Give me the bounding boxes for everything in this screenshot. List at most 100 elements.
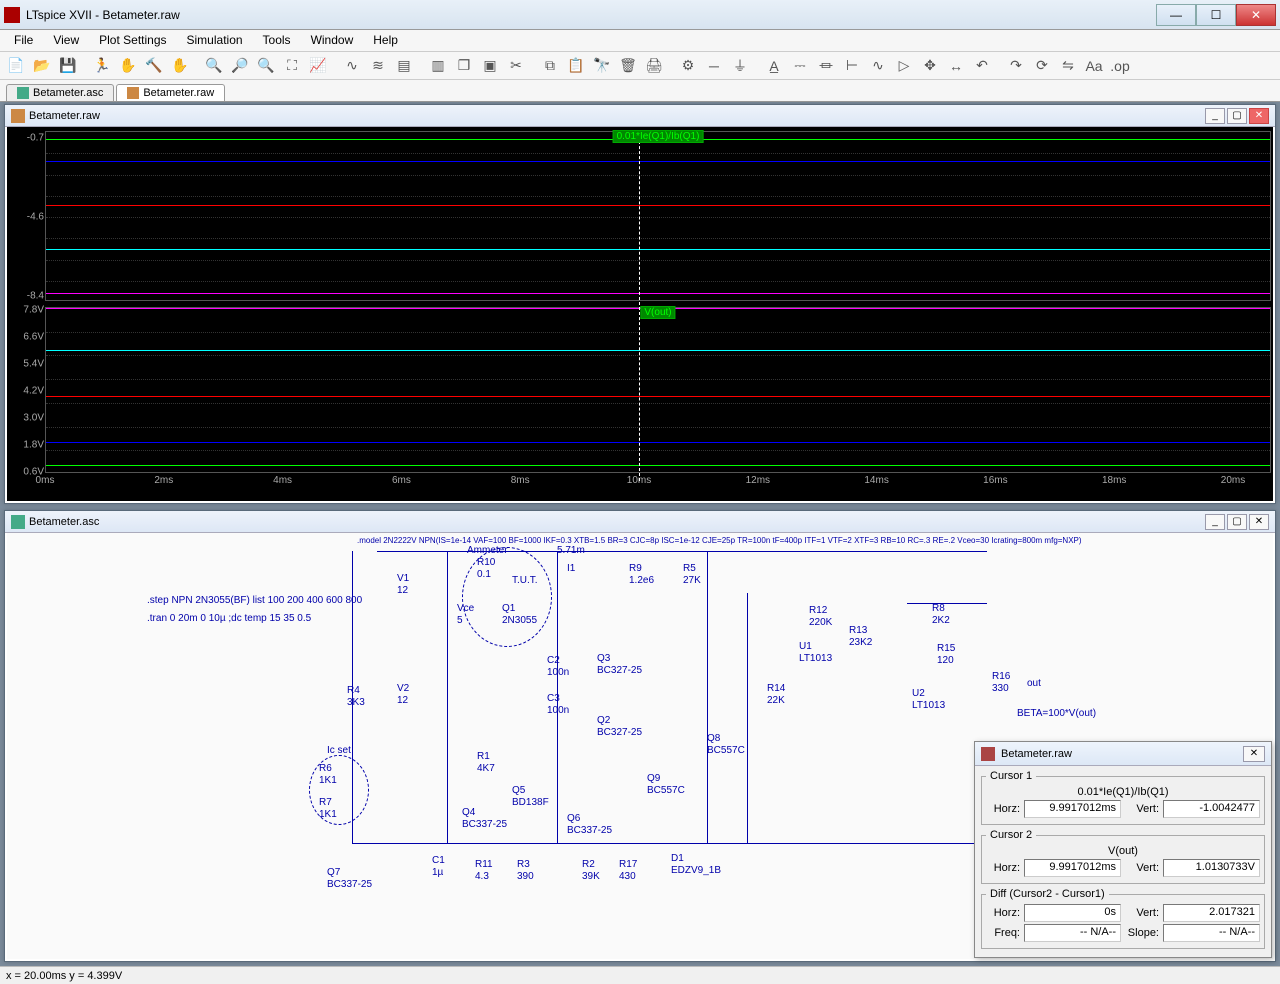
tile-v-icon[interactable]: ▥ xyxy=(426,55,450,77)
diode-icon[interactable]: ▷ xyxy=(892,55,916,77)
cursor-dialog-titlebar[interactable]: Betameter.raw ✕ xyxy=(975,742,1271,766)
component-D1[interactable]: D1EDZV9_1B xyxy=(671,853,721,877)
trace-line[interactable] xyxy=(46,205,1270,206)
component-R15[interactable]: R15120 xyxy=(937,643,955,667)
component-C3[interactable]: C3100n xyxy=(547,693,569,717)
menu-tools[interactable]: Tools xyxy=(253,30,301,51)
waveform-window-titlebar[interactable]: Betameter.raw _ ▢ ✕ xyxy=(5,105,1275,127)
trace-line[interactable] xyxy=(46,350,1270,351)
component-V2[interactable]: V212 xyxy=(397,683,409,707)
component-R8[interactable]: R82K2 xyxy=(932,603,950,627)
cursor2-horz[interactable]: 9.9917012ms xyxy=(1024,859,1121,877)
schem-close-button[interactable]: ✕ xyxy=(1249,514,1269,530)
copy-icon[interactable]: ⧉ xyxy=(538,55,562,77)
zoom-in-icon[interactable]: 🔎 xyxy=(228,55,252,77)
zoom-out-icon[interactable]: 🔍 xyxy=(254,55,278,77)
print-icon[interactable]: 🖨 xyxy=(642,55,666,77)
schematic-window-titlebar[interactable]: Betameter.asc _ ▢ ✕ xyxy=(5,511,1275,533)
cap-icon[interactable]: ⊢ xyxy=(840,55,864,77)
component-R5[interactable]: R527K xyxy=(683,563,701,587)
res-icon[interactable]: ⏛ xyxy=(814,55,838,77)
minimize-button[interactable]: — xyxy=(1156,4,1196,26)
zoom-fit-icon[interactable]: ⛶ xyxy=(280,55,304,77)
component-V1[interactable]: V112 xyxy=(397,573,409,597)
component-Q7[interactable]: Q7BC337-25 xyxy=(327,867,372,891)
pan-icon[interactable]: ✋ xyxy=(168,55,192,77)
open-icon[interactable]: 📂 xyxy=(30,55,54,77)
find-icon[interactable]: 🔭 xyxy=(590,55,614,77)
autorange-icon[interactable]: 📈 xyxy=(306,55,330,77)
cursor1-horz[interactable]: 9.9917012ms xyxy=(1024,800,1121,818)
component-R11[interactable]: R114.3 xyxy=(475,859,493,883)
trace-line[interactable] xyxy=(46,442,1270,443)
component-U1[interactable]: U1LT1013 xyxy=(799,641,832,665)
cursor-dialog-close[interactable]: ✕ xyxy=(1243,746,1265,762)
menu-window[interactable]: Window xyxy=(301,30,364,51)
component-R14[interactable]: R1422K xyxy=(767,683,785,707)
net-icon[interactable]: ⎓ xyxy=(788,55,812,77)
cursor-dialog[interactable]: Betameter.raw ✕ Cursor 1 0.01*Ie(Q1)/Ib(… xyxy=(974,741,1272,958)
schem-min-button[interactable]: _ xyxy=(1205,514,1225,530)
component-Q4[interactable]: Q4BC337-25 xyxy=(462,807,507,831)
paste-icon[interactable]: 📋 xyxy=(564,55,588,77)
zoom-area-icon[interactable]: 🔍 xyxy=(202,55,226,77)
trace-line[interactable] xyxy=(46,396,1270,397)
diff-slope[interactable]: -- N/A-- xyxy=(1163,924,1260,942)
component-Q8[interactable]: Q8BC557C xyxy=(707,733,745,757)
tile-h-icon[interactable]: ▤ xyxy=(392,55,416,77)
diff-vert[interactable]: 2.017321 xyxy=(1163,904,1260,922)
menu-plot-settings[interactable]: Plot Settings xyxy=(89,30,176,51)
diff-horz[interactable]: 0s xyxy=(1024,904,1121,922)
ind-icon[interactable]: ∿ xyxy=(866,55,890,77)
trace-label-1[interactable]: 0.01*Ie(Q1)/Ib(Q1) xyxy=(613,130,704,143)
component-R17[interactable]: R17430 xyxy=(619,859,637,883)
wave-close-button[interactable]: ✕ xyxy=(1249,108,1269,124)
close-button[interactable]: ✕ xyxy=(1236,4,1276,26)
undo-icon[interactable]: ↶ xyxy=(970,55,994,77)
cut-icon[interactable]: ✂ xyxy=(504,55,528,77)
component-Q3[interactable]: Q3BC327-25 xyxy=(597,653,642,677)
cursor2-vert[interactable]: 1.0130733V xyxy=(1163,859,1260,877)
rotate-icon[interactable]: ⟳ xyxy=(1030,55,1054,77)
component-R4[interactable]: R43K3 xyxy=(347,685,365,709)
component-R13[interactable]: R1323K2 xyxy=(849,625,872,649)
component-R1[interactable]: R14K7 xyxy=(477,751,495,775)
mirror-icon[interactable]: ⇋ xyxy=(1056,55,1080,77)
spice-icon[interactable]: .op xyxy=(1108,55,1132,77)
component-R12[interactable]: R12220K xyxy=(809,605,832,629)
tab-schematic[interactable]: Betameter.asc xyxy=(6,84,114,101)
close-all-icon[interactable]: ▣ xyxy=(478,55,502,77)
run-icon[interactable]: 🏃 xyxy=(90,55,114,77)
diff-freq[interactable]: -- N/A-- xyxy=(1024,924,1121,942)
new-schematic-icon[interactable]: 📄 xyxy=(4,55,28,77)
trace-label-2[interactable]: V(out) xyxy=(640,306,675,319)
text-icon[interactable]: Aa xyxy=(1082,55,1106,77)
menu-view[interactable]: View xyxy=(43,30,89,51)
component-U2[interactable]: U2LT1013 xyxy=(912,688,945,712)
wave-min-button[interactable]: _ xyxy=(1205,108,1225,124)
cascade-icon[interactable]: ❐ xyxy=(452,55,476,77)
trace-line[interactable] xyxy=(46,465,1270,466)
wave-max-button[interactable]: ▢ xyxy=(1227,108,1247,124)
component-Q5[interactable]: Q5BD138F xyxy=(512,785,549,809)
menu-file[interactable]: File xyxy=(4,30,43,51)
cursor1-vert[interactable]: -1.0042477 xyxy=(1163,800,1260,818)
trace-line[interactable] xyxy=(46,293,1270,294)
math-icon[interactable]: ∿ xyxy=(340,55,364,77)
trace-line[interactable] xyxy=(46,249,1270,250)
drag-icon[interactable]: ↔ xyxy=(944,55,968,77)
label-icon[interactable]: A̲ xyxy=(762,55,786,77)
menu-simulation[interactable]: Simulation xyxy=(177,30,253,51)
move-icon[interactable]: ✥ xyxy=(918,55,942,77)
component-I1[interactable]: I1 xyxy=(567,563,575,575)
save-icon[interactable]: 💾 xyxy=(56,55,80,77)
component-C1[interactable]: C11µ xyxy=(432,855,445,879)
redo-icon[interactable]: ↷ xyxy=(1004,55,1028,77)
trace-line[interactable] xyxy=(46,161,1270,162)
waveform-canvas[interactable]: 0.01*Ie(Q1)/Ib(Q1)-0.7-4.6-8.4V(out)7.8V… xyxy=(7,127,1273,501)
gnd-icon[interactable]: ⏚ xyxy=(728,55,752,77)
component-R3[interactable]: R3390 xyxy=(517,859,534,883)
component-Q9[interactable]: Q9BC557C xyxy=(647,773,685,797)
schem-max-button[interactable]: ▢ xyxy=(1227,514,1247,530)
halt-icon[interactable]: ✋ xyxy=(116,55,140,77)
